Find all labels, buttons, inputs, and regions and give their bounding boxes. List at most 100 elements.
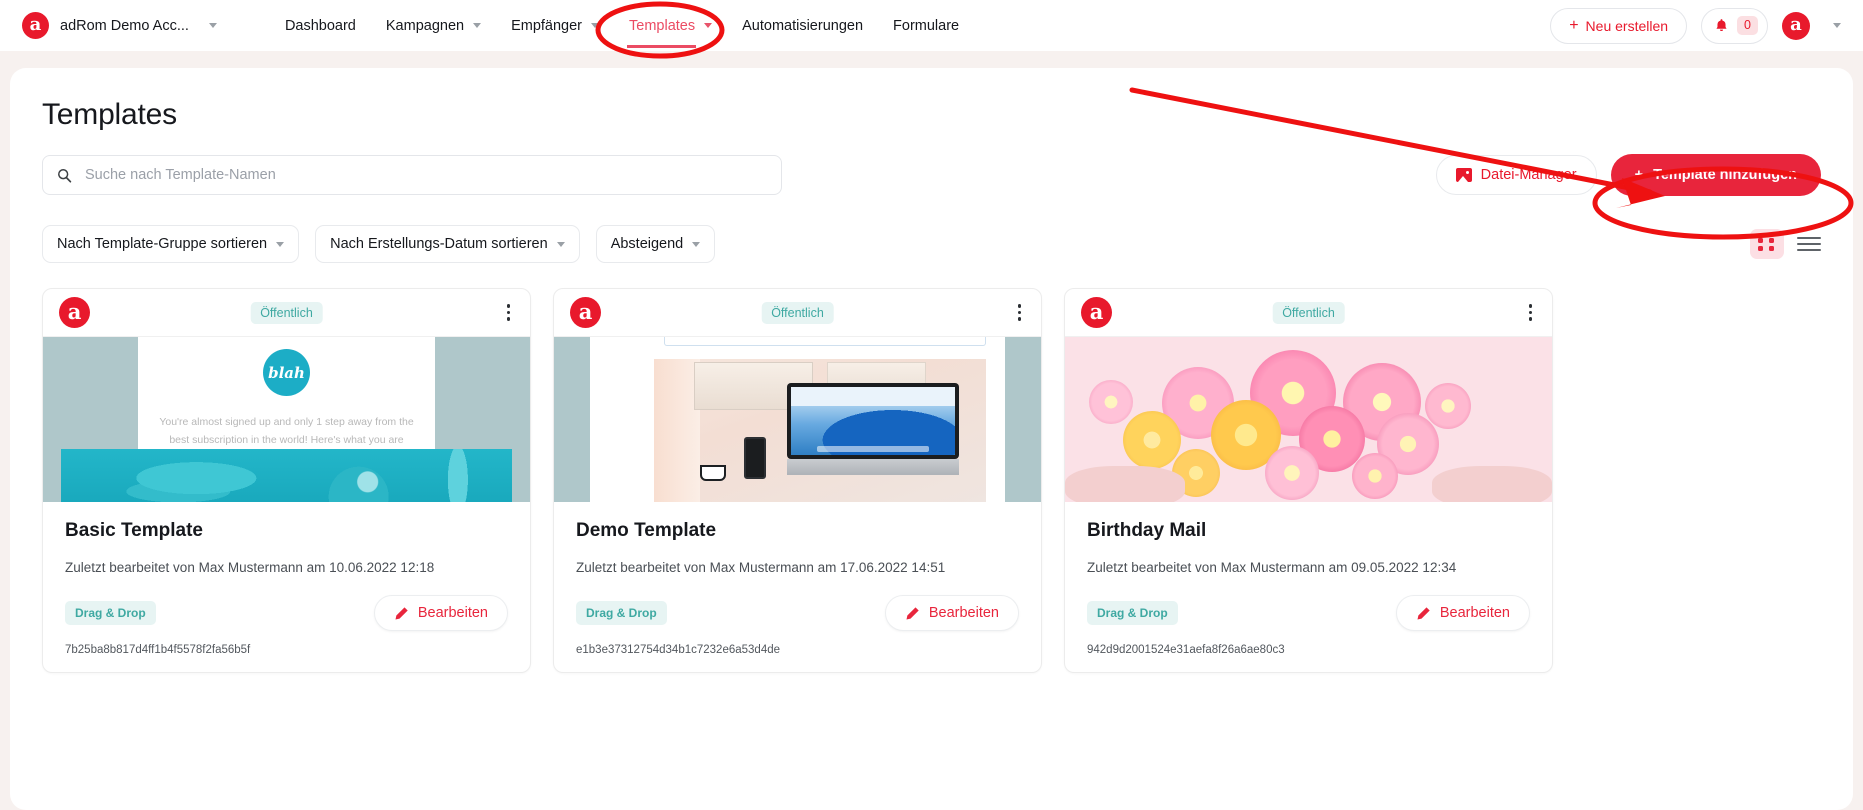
nav-label-templates: Templates xyxy=(629,17,696,34)
file-manager-button[interactable]: Datei-Manager xyxy=(1435,155,1597,195)
template-card[interactable]: a Öffentlich blah You're almost signed u… xyxy=(42,288,531,673)
add-template-button[interactable]: + Template hinzufügen xyxy=(1610,154,1821,196)
pencil-icon xyxy=(1417,606,1430,619)
filter-row: Nach Template-Gruppe sortieren Nach Erst… xyxy=(42,225,1821,263)
nav-label-automatisierungen: Automatisierungen xyxy=(742,17,864,34)
search-input[interactable] xyxy=(83,166,767,184)
chevron-down-icon xyxy=(704,23,713,28)
card-body: Birthday Mail Zuletzt bearbeitet von Max… xyxy=(1065,502,1552,672)
chevron-down-icon[interactable] xyxy=(1833,23,1841,28)
top-navigation-bar: a adRom Demo Acc... Dashboard Kampagnen … xyxy=(0,0,1863,51)
list-view-icon[interactable] xyxy=(1797,235,1821,253)
edit-template-button[interactable]: Bearbeiten xyxy=(884,595,1019,631)
template-logo-icon: a xyxy=(1081,297,1112,328)
chevron-down-icon xyxy=(276,241,285,247)
view-toggle-group xyxy=(1750,229,1821,259)
nav-label-kampagnen: Kampagnen xyxy=(385,17,465,34)
nav-item-templates[interactable]: Templates xyxy=(627,2,713,50)
plus-icon: + xyxy=(1634,167,1644,183)
nav-label-formulare: Formulare xyxy=(893,17,960,34)
nav-label-empfaenger: Empfänger xyxy=(511,17,583,34)
edit-template-button[interactable]: Bearbeiten xyxy=(373,595,508,631)
nav-item-empfaenger[interactable]: Empfänger xyxy=(511,2,600,50)
nav-item-kampagnen[interactable]: Kampagnen xyxy=(385,2,482,50)
template-meta: Zuletzt bearbeitet von Max Mustermann am… xyxy=(65,560,435,575)
sort-direction-label: Absteigend xyxy=(610,236,684,252)
account-name: adRom Demo Acc... xyxy=(60,17,189,34)
plus-icon: + xyxy=(1569,16,1579,34)
main-menu: Dashboard Kampagnen Empfänger Templates … xyxy=(285,2,959,50)
chevron-down-icon xyxy=(556,241,565,247)
visibility-badge: Öffentlich xyxy=(761,301,834,324)
sort-date-label: Nach Erstellungs-Datum sortieren xyxy=(330,236,548,252)
nav-item-automatisierungen[interactable]: Automatisierungen xyxy=(742,2,863,50)
template-preview-image[interactable]: blah You're almost signed up and only 1 … xyxy=(43,337,530,502)
template-preview-image[interactable] xyxy=(1065,337,1552,502)
image-icon xyxy=(1455,168,1472,182)
template-logo-icon: a xyxy=(59,297,90,328)
template-logo-icon: a xyxy=(570,297,601,328)
template-card[interactable]: a Öffentlich Birthday Mail Zuletzt bearb… xyxy=(1064,288,1553,673)
create-new-label: Neu erstellen xyxy=(1585,17,1669,34)
search-and-actions-row: Datei-Manager + Template hinzufügen xyxy=(42,154,1821,196)
nav-right-actions: + Neu erstellen 0 a xyxy=(1550,7,1841,44)
card-header: a Öffentlich xyxy=(1065,289,1552,337)
card-menu-icon[interactable] xyxy=(1014,300,1026,325)
notifications-button[interactable]: 0 xyxy=(1701,7,1768,44)
add-template-label: Template hinzufügen xyxy=(1653,167,1797,183)
visibility-badge: Öffentlich xyxy=(250,301,323,324)
notification-count-badge: 0 xyxy=(1737,15,1758,36)
nav-item-dashboard[interactable]: Dashboard xyxy=(285,2,356,50)
account-switcher[interactable]: a adRom Demo Acc... xyxy=(22,12,217,39)
nav-label-dashboard: Dashboard xyxy=(284,17,356,34)
card-body: Basic Template Zuletzt bearbeitet von Ma… xyxy=(43,502,530,672)
edit-label: Bearbeiten xyxy=(928,605,999,621)
template-name: Demo Template xyxy=(576,520,717,541)
chevron-down-icon xyxy=(591,23,600,28)
user-avatar[interactable]: a xyxy=(1782,11,1810,40)
card-footer: Drag & Drop Bearbeiten xyxy=(65,595,508,631)
card-menu-icon[interactable] xyxy=(503,300,515,325)
bell-icon xyxy=(1716,18,1727,31)
template-preview-image[interactable] xyxy=(554,337,1041,502)
template-id: 942d9d2001524e31aefa8f26a6ae80c3 xyxy=(1087,644,1285,656)
pencil-icon xyxy=(395,606,408,619)
nav-item-formulare[interactable]: Formulare xyxy=(893,2,959,50)
content-panel: Templates Datei-Manager + Template hinzu… xyxy=(10,68,1853,810)
sort-by-template-group-select[interactable]: Nach Template-Gruppe sortieren xyxy=(42,225,300,263)
app-logo-icon: a xyxy=(22,12,49,39)
sort-group-label: Nach Template-Gruppe sortieren xyxy=(57,236,268,252)
card-menu-icon[interactable] xyxy=(1525,300,1537,325)
sort-direction-select[interactable]: Absteigend xyxy=(595,225,716,263)
sort-by-creation-date-select[interactable]: Nach Erstellungs-Datum sortieren xyxy=(315,225,580,263)
create-new-button[interactable]: + Neu erstellen xyxy=(1550,7,1688,44)
template-type-badge: Drag & Drop xyxy=(65,601,156,625)
edit-label: Bearbeiten xyxy=(417,605,488,621)
visibility-badge: Öffentlich xyxy=(1272,301,1345,324)
card-footer: Drag & Drop Bearbeiten xyxy=(1087,595,1530,631)
template-type-badge: Drag & Drop xyxy=(576,601,667,625)
preview-photo xyxy=(1065,337,1552,502)
page-title: Templates xyxy=(42,98,177,131)
card-footer: Drag & Drop Bearbeiten xyxy=(576,595,1019,631)
chevron-down-icon xyxy=(208,23,217,28)
preview-photo xyxy=(654,359,986,502)
template-type-badge: Drag & Drop xyxy=(1087,601,1178,625)
primary-actions: Datei-Manager + Template hinzufügen xyxy=(1435,154,1821,196)
card-header: a Öffentlich xyxy=(43,289,530,337)
file-manager-label: Datei-Manager xyxy=(1480,167,1577,183)
edit-template-button[interactable]: Bearbeiten xyxy=(1395,595,1530,631)
preview-photo xyxy=(61,449,512,502)
template-meta: Zuletzt bearbeitet von Max Mustermann am… xyxy=(576,560,946,575)
card-header: a Öffentlich xyxy=(554,289,1041,337)
edit-label: Bearbeiten xyxy=(1439,605,1510,621)
template-name: Birthday Mail xyxy=(1087,520,1207,541)
search-icon xyxy=(58,168,72,183)
chevron-down-icon xyxy=(692,241,701,247)
chevron-down-icon xyxy=(473,23,482,28)
template-id: e1b3e37312754d34b1c7232e6a53d4de xyxy=(576,644,781,656)
template-card[interactable]: a Öffentlich Demo Template Zuletzt bearb… xyxy=(553,288,1042,673)
search-field-wrapper[interactable] xyxy=(42,155,782,195)
template-name: Basic Template xyxy=(65,520,203,541)
grid-view-icon[interactable] xyxy=(1750,229,1784,259)
